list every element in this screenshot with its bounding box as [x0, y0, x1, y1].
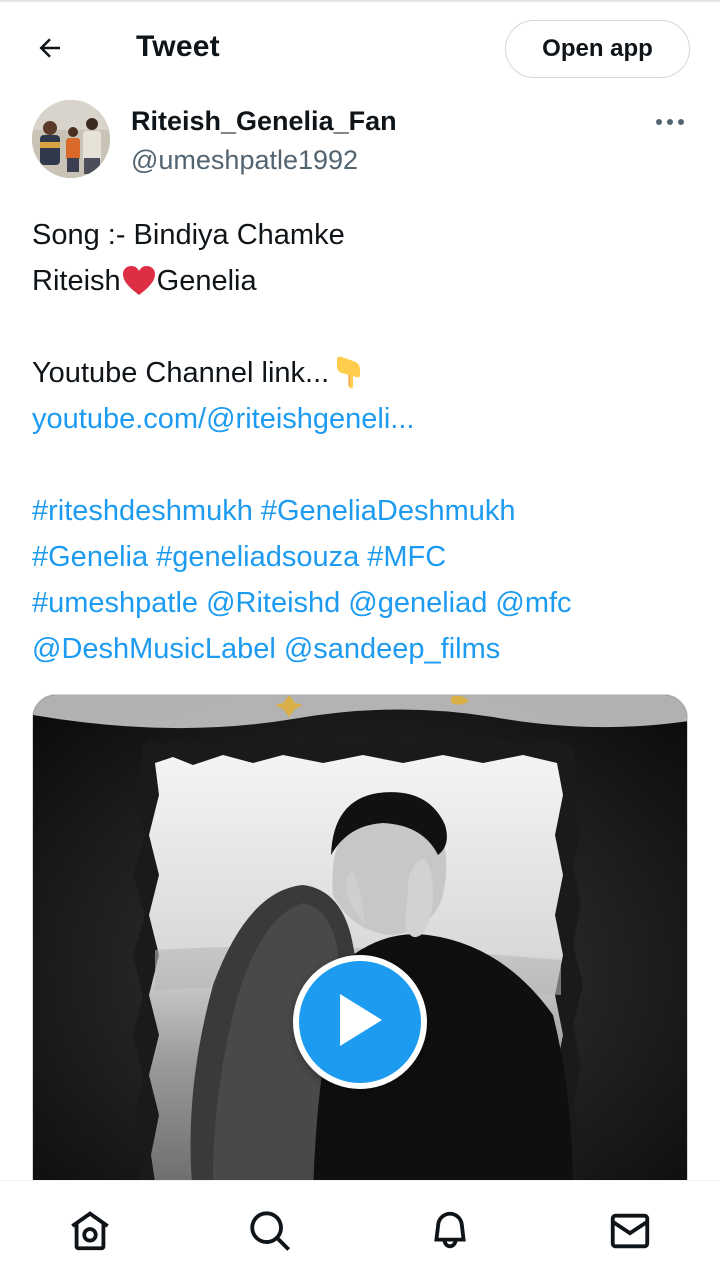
tweet-author: Riteish_Genelia_Fan @umeshpatle1992: [32, 100, 692, 180]
name-riteish: Riteish: [32, 265, 121, 297]
hashtag-row: #umeshpatle @Riteishd @geneliad @mfc: [32, 580, 692, 626]
mention-link[interactable]: @mfc: [495, 580, 571, 626]
youtube-link[interactable]: youtube.com/@riteishgeneli...: [32, 396, 414, 442]
search-icon: [247, 1208, 293, 1259]
tweet-text: Song :- Bindiya Chamke Riteish Genelia Y…: [32, 212, 692, 672]
mention-link[interactable]: @sandeep_films: [284, 626, 500, 672]
more-horizontal-icon: [655, 113, 685, 131]
hashtag-row: #Genelia #geneliadsouza #MFC: [32, 534, 692, 580]
nav-notifications[interactable]: [426, 1209, 474, 1257]
nav-home[interactable]: [66, 1209, 114, 1257]
hashtag-row: @DeshMusicLabel @sandeep_films: [32, 626, 692, 672]
home-icon: [67, 1208, 113, 1259]
hashtag-link[interactable]: #MFC: [367, 534, 446, 580]
video-thumbnail: [33, 695, 687, 1193]
author-display-name[interactable]: Riteish_Genelia_Fan: [131, 106, 397, 137]
youtube-channel-text: Youtube Channel link...: [32, 357, 330, 389]
red-heart-icon: [121, 263, 157, 299]
mention-link[interactable]: @DeshMusicLabel: [32, 626, 276, 672]
page-title: Tweet: [136, 30, 220, 63]
hashtag-link[interactable]: #GeneliaDeshmukh: [261, 488, 516, 534]
author-handle[interactable]: @umeshpatle1992: [131, 145, 358, 176]
hashtag-link[interactable]: #Genelia: [32, 534, 148, 580]
nav-messages[interactable]: [606, 1209, 654, 1257]
hashtag-link[interactable]: #geneliadsouza: [156, 534, 359, 580]
name-genelia: Genelia: [156, 265, 257, 297]
back-button[interactable]: [28, 28, 72, 72]
song-title-text: Song :- Bindiya Chamke: [32, 219, 345, 251]
messages-envelope-icon: [607, 1208, 653, 1259]
mention-link[interactable]: @geneliad: [348, 580, 487, 626]
more-button[interactable]: [652, 108, 688, 136]
bottom-navigation: [0, 1180, 720, 1280]
notifications-bell-icon: [427, 1208, 473, 1259]
tweet-line: Riteish Genelia: [32, 258, 692, 304]
tweet-line: youtube.com/@riteishgeneli...: [32, 396, 692, 442]
hashtag-link[interactable]: #riteshdeshmukh: [32, 488, 253, 534]
hashtag-link[interactable]: #umeshpatle: [32, 580, 198, 626]
avatar[interactable]: [32, 100, 110, 178]
nav-search[interactable]: [246, 1209, 294, 1257]
play-icon: [332, 990, 388, 1055]
video-player[interactable]: [32, 694, 688, 1194]
hashtag-row: #riteshdeshmukh #GeneliaDeshmukh: [32, 488, 692, 534]
tweet-line: Song :- Bindiya Chamke: [32, 212, 692, 258]
top-bar: Tweet Open app: [0, 0, 720, 98]
tweet-line: Youtube Channel link...: [32, 350, 692, 396]
play-button[interactable]: [293, 955, 427, 1089]
arrow-left-icon: [35, 33, 65, 68]
mention-link[interactable]: @Riteishd: [206, 580, 340, 626]
open-app-button[interactable]: Open app: [505, 20, 690, 78]
pointing-down-hand-icon: [329, 355, 365, 391]
